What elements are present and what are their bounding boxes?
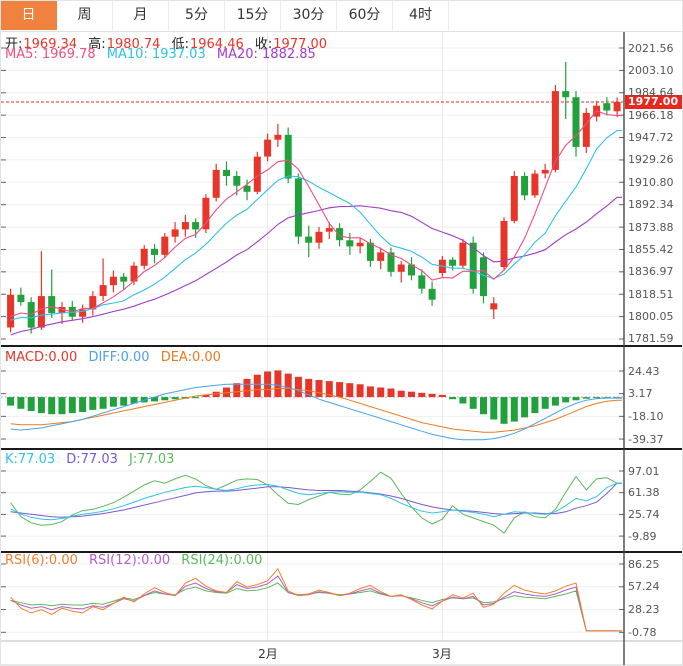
tab-60min[interactable]: 60分	[337, 1, 393, 30]
tab-30min[interactable]: 30分	[281, 1, 337, 30]
tab-month[interactable]: 月	[113, 1, 169, 30]
kdj-panel[interactable]	[1, 450, 623, 551]
tab-day[interactable]: 日	[1, 1, 57, 30]
tab-4hour[interactable]: 4时	[393, 1, 449, 30]
tab-week[interactable]: 周	[57, 1, 113, 30]
rsi-panel[interactable]	[1, 553, 623, 640]
macd-panel[interactable]	[1, 347, 623, 448]
tab-5min[interactable]: 5分	[169, 1, 225, 30]
trading-chart-app: 日周月5分15分30分60分4时 开:1969.34 高:1980.74 低:1…	[0, 0, 683, 666]
tab-15min[interactable]: 15分	[225, 1, 281, 30]
period-tabbar: 日周月5分15分30分60分4时	[1, 1, 683, 32]
price-panel[interactable]	[1, 31, 623, 346]
